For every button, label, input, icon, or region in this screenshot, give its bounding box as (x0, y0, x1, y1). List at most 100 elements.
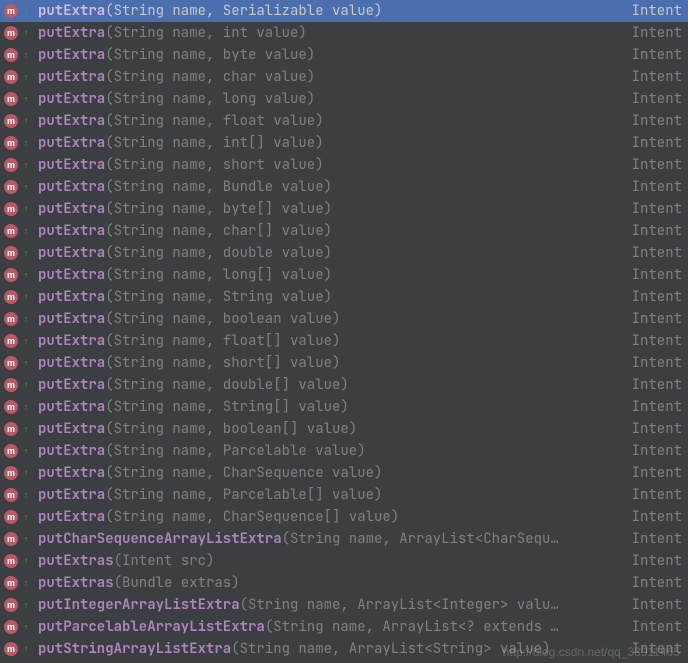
return-type: Intent (632, 574, 682, 592)
return-type: Intent (632, 90, 682, 108)
inherited-icon: ↑ (20, 270, 32, 280)
method-signature: putExtra(String name, double[] value) (38, 376, 349, 394)
method-icon: m (4, 26, 18, 40)
return-type: Intent (632, 354, 682, 372)
method-prefix: put (38, 332, 63, 350)
method-signature: putExtra(String name, Bundle value) (38, 178, 332, 196)
method-signature: putExtra(String name, Serializable value… (38, 2, 382, 20)
method-prefix: put (38, 46, 63, 64)
inherited-icon: ↑ (20, 380, 32, 390)
inherited-icon: ↑ (20, 28, 32, 38)
completion-item[interactable]: m↑putExtra(String name, byte[] value)Int… (0, 198, 688, 220)
method-match: Extra (63, 464, 105, 482)
method-icon: m (4, 136, 18, 150)
method-prefix: put (38, 266, 63, 284)
method-match: Extra (63, 266, 105, 284)
completion-item[interactable]: m↑putExtra(String name, double value)Int… (0, 242, 688, 264)
method-params: (String name, Serializable value) (105, 2, 382, 20)
completion-item[interactable]: m↑putExtra(String name, CharSequence val… (0, 462, 688, 484)
return-type: Intent (632, 530, 682, 548)
method-signature: putExtra(String name, short[] value) (38, 354, 340, 372)
method-icon: m (4, 598, 18, 612)
return-type: Intent (632, 68, 682, 86)
method-signature: putExtra(String name, char value) (38, 68, 315, 86)
completion-item[interactable]: m↑putParcelableArrayListExtra(String nam… (0, 616, 688, 638)
method-params: (String name, boolean[] value) (105, 420, 357, 438)
method-signature: putExtras(Bundle extras) (38, 574, 240, 592)
completion-item[interactable]: m↑putExtra(String name, Bundle value)Int… (0, 176, 688, 198)
completion-item[interactable]: m↑putCharSequenceArrayListExtra(String n… (0, 528, 688, 550)
method-signature: putExtra(String name, CharSequence value… (38, 464, 382, 482)
inherited-icon: ↑ (20, 6, 32, 16)
method-signature: putParcelableArrayListExtra(String name,… (38, 618, 559, 636)
return-type: Intent (632, 200, 682, 218)
method-params: (String name, float value) (105, 112, 323, 130)
method-icon: m (4, 268, 18, 282)
completion-item[interactable]: m↑putExtra(String name, short[] value)In… (0, 352, 688, 374)
inherited-icon: ↑ (20, 160, 32, 170)
completion-item[interactable]: m↑putExtra(String name, double[] value)I… (0, 374, 688, 396)
method-match: Extra (63, 486, 105, 504)
completion-item[interactable]: m↑putStringArrayListExtra(String name, A… (0, 638, 688, 660)
method-match: Extra (63, 68, 105, 86)
method-icon: m (4, 180, 18, 194)
method-prefix: put (38, 640, 63, 658)
method-prefix: put (38, 222, 63, 240)
completion-item[interactable]: m↑putExtra(String name, int value)Intent (0, 22, 688, 44)
completion-item[interactable]: m↑putExtra(String name, byte value)Inten… (0, 44, 688, 66)
completion-item[interactable]: m↑putIntegerArrayListExtra(String name, … (0, 594, 688, 616)
method-prefix: put (38, 90, 63, 108)
method-prefix: put (38, 574, 63, 592)
inherited-icon: ↑ (20, 512, 32, 522)
completion-item[interactable]: m↑putExtra(String name, boolean[] value)… (0, 418, 688, 440)
method-params: (String name, ArrayList<CharSequ… (282, 530, 559, 548)
completion-item[interactable]: m↑putExtra(String name, String value)Int… (0, 286, 688, 308)
completion-item[interactable]: m↑putExtra(String name, char[] value)Int… (0, 220, 688, 242)
method-signature: putExtra(String name, CharSequence[] val… (38, 508, 399, 526)
completion-item[interactable]: m↑putExtra(String name, short value)Inte… (0, 154, 688, 176)
method-signature: putExtra(String name, Parcelable[] value… (38, 486, 382, 504)
method-match: ParcelableArrayListExtra (63, 618, 265, 636)
completion-item[interactable]: m↑putExtras(Intent src)Intent (0, 550, 688, 572)
completion-item[interactable]: m↑putExtra(String name, boolean value)In… (0, 308, 688, 330)
completion-item[interactable]: m↑ putExtra(String name, Serializable val… (0, 0, 688, 22)
completion-item[interactable]: m↑putExtra(String name, Parcelable value… (0, 440, 688, 462)
method-params: (String name, CharSequence value) (105, 464, 382, 482)
inherited-icon: ↑ (20, 72, 32, 82)
method-prefix: put (38, 530, 63, 548)
completion-item[interactable]: m↑putExtra(String name, float[] value)In… (0, 330, 688, 352)
method-match: IntegerArrayListExtra (63, 596, 239, 614)
method-params: (String name, Bundle value) (105, 178, 332, 196)
completion-item[interactable]: m↑putExtra(String name, Parcelable[] val… (0, 484, 688, 506)
completion-item[interactable]: m↑putExtra(String name, long value)Inten… (0, 88, 688, 110)
completion-item[interactable]: m↑putExtra(String name, char value)Inten… (0, 66, 688, 88)
method-match: Extra (63, 442, 105, 460)
return-type: Intent (632, 332, 682, 350)
inherited-icon: ↑ (20, 336, 32, 346)
completion-item[interactable]: m↑putExtras(Bundle extras)Intent (0, 572, 688, 594)
method-match: Extra (63, 508, 105, 526)
method-prefix: put (38, 420, 63, 438)
inherited-icon: ↑ (20, 314, 32, 324)
return-type: Intent (632, 442, 682, 460)
method-prefix: put (38, 24, 63, 42)
return-type: Intent (632, 288, 682, 306)
method-icon: m (4, 4, 18, 18)
return-type: Intent (632, 552, 682, 570)
method-prefix: put (38, 134, 63, 152)
inherited-icon: ↑ (20, 424, 32, 434)
return-type: Intent (632, 640, 682, 658)
completion-item[interactable]: m↑putExtra(String name, long[] value)Int… (0, 264, 688, 286)
method-match: Extra (63, 398, 105, 416)
completion-item[interactable]: m↑putExtra(String name, float value)Inte… (0, 110, 688, 132)
method-match: Extra (63, 354, 105, 372)
method-params: (String name, float[] value) (105, 332, 340, 350)
method-match: Extras (63, 552, 113, 570)
method-prefix: put (38, 200, 63, 218)
method-match: Extra (63, 2, 105, 20)
completion-item[interactable]: m↑putExtra(String name, String[] value)I… (0, 396, 688, 418)
completion-item[interactable]: m↑putExtra(String name, int[] value)Inte… (0, 132, 688, 154)
method-params: (String name, char value) (105, 68, 315, 86)
completion-item[interactable]: m↑putExtra(String name, CharSequence[] v… (0, 506, 688, 528)
method-match: Extra (63, 24, 105, 42)
